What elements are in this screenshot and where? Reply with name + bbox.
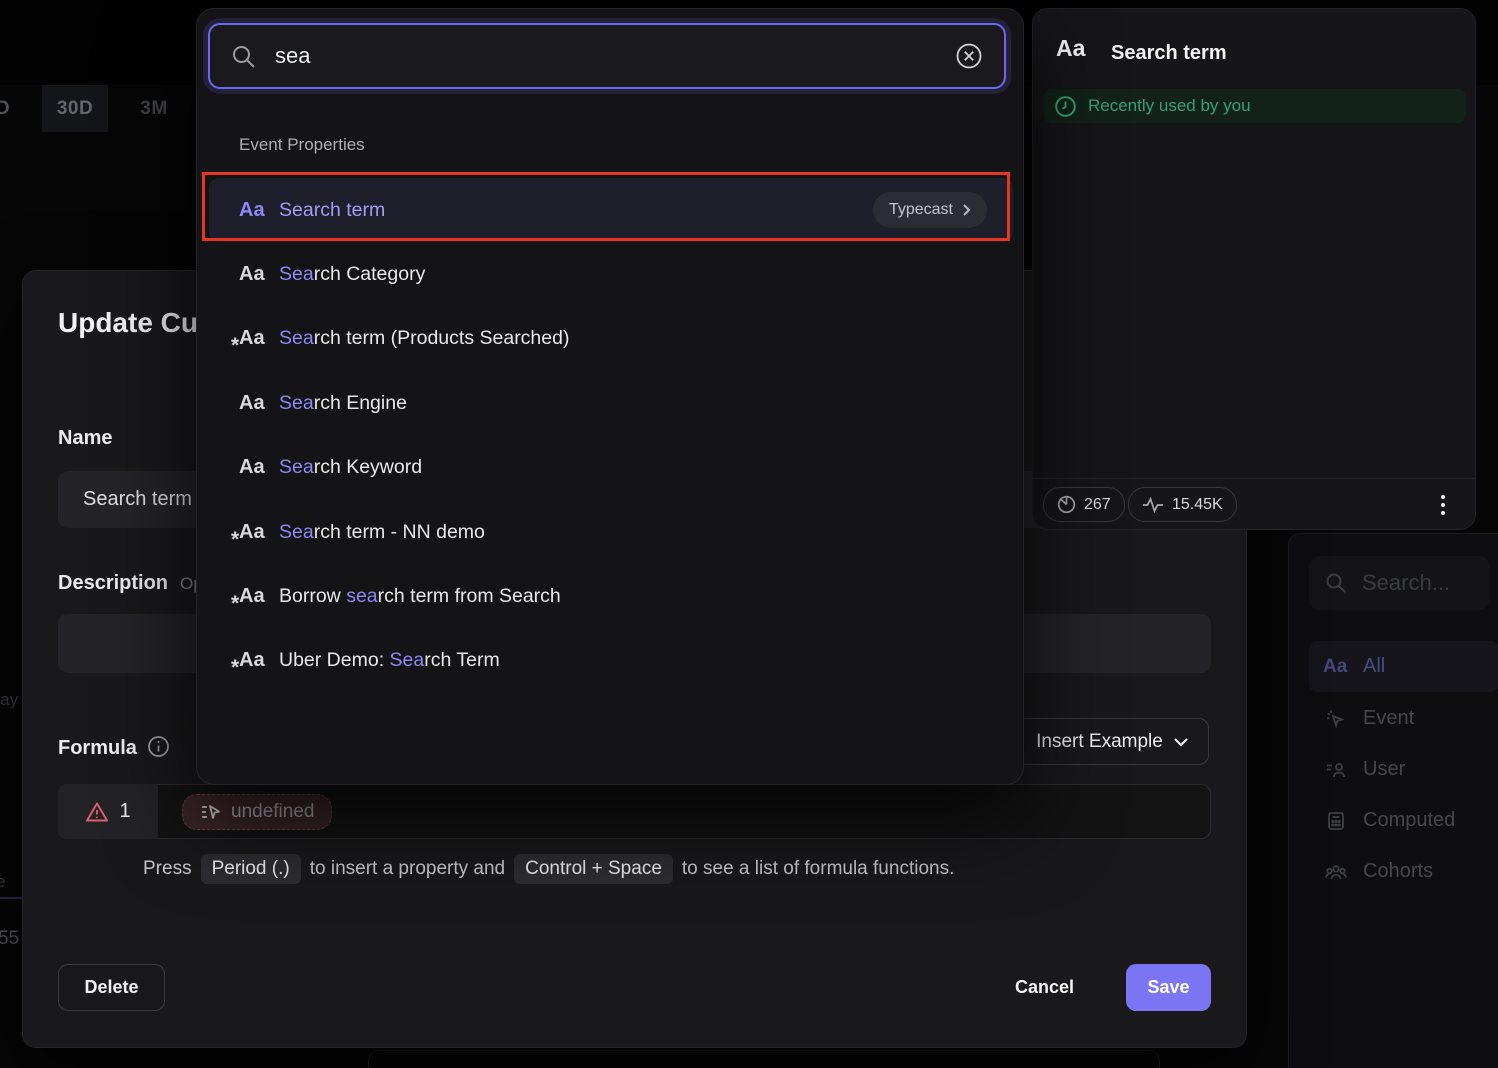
more-options-kebab-button[interactable] <box>1428 489 1458 521</box>
warning-icon <box>85 801 109 823</box>
custom-property-star: * <box>231 334 239 358</box>
recently-used-badge: Recently used by you <box>1044 89 1466 123</box>
sidebar-search-field[interactable] <box>1309 556 1489 610</box>
activity-pulse-icon <box>1142 497 1164 513</box>
typecast-label: Typecast <box>889 201 953 219</box>
time-range-tab-30d[interactable]: 30D <box>42 85 108 132</box>
property-search-input[interactable] <box>275 43 936 69</box>
delete-button[interactable]: Delete <box>58 964 165 1011</box>
aa-type-icon: Aa <box>1056 35 1085 62</box>
list-item-borrow-search-term[interactable]: Aa* Borrow search term from Search <box>209 564 1013 628</box>
error-count: 1 <box>119 800 130 823</box>
save-button[interactable]: Save <box>1126 964 1211 1011</box>
insert-example-button[interactable]: Insert Example <box>1016 718 1209 765</box>
insert-example-label: Insert Example <box>1036 731 1163 753</box>
background-panel-outline <box>368 1050 1160 1068</box>
info-icon[interactable] <box>147 735 170 764</box>
time-range-tab-7d[interactable]: D <box>0 85 22 132</box>
custom-property-star: * <box>231 656 239 680</box>
property-detail-title: Search term <box>1111 42 1227 65</box>
list-item-search-term-nn-demo[interactable]: Aa* Search term - NN demo <box>209 500 1013 564</box>
sidebar-item-event[interactable]: Event <box>1309 693 1498 744</box>
help-text: to see a list of formula functions. <box>682 858 954 880</box>
cohorts-group-icon <box>1323 861 1349 883</box>
modal-title: Update Cu <box>58 307 198 339</box>
sidebar-item-user[interactable]: User <box>1309 744 1498 795</box>
sidebar-item-label: User <box>1363 758 1405 781</box>
search-icon <box>230 43 257 70</box>
formula-label-text: Formula <box>58 737 137 759</box>
cancel-button[interactable]: Cancel <box>992 964 1097 1011</box>
property-result-list: Aa Search term Typecast Aa Search Catego… <box>209 178 1013 693</box>
calculator-icon <box>1323 810 1349 832</box>
aa-type-icon: Aa <box>239 392 279 415</box>
close-icon <box>954 41 984 71</box>
kbd-control-space: Control + Space <box>514 854 673 884</box>
description-label-text: Description <box>58 572 168 594</box>
cardinality-value: 267 <box>1084 496 1111 514</box>
sidebar-item-label: Cohorts <box>1363 860 1433 883</box>
event-cursor-icon <box>1323 708 1349 730</box>
clear-search-button[interactable] <box>954 41 984 71</box>
aa-type-icon: Aa <box>1323 656 1349 678</box>
typecast-button[interactable]: Typecast <box>873 192 987 228</box>
aa-type-icon: Aa <box>239 456 279 479</box>
cardinality-stat-pill[interactable]: 267 <box>1043 487 1125 522</box>
aa-custom-type-icon: Aa* <box>239 521 279 544</box>
search-icon <box>1323 571 1349 595</box>
time-range-tab-3m[interactable]: 3M <box>128 85 180 132</box>
chart-axis-label-55: 55 <box>0 928 19 950</box>
sidebar-search-input[interactable] <box>1362 570 1472 596</box>
chevron-right-icon <box>962 203 971 217</box>
aa-custom-type-icon: Aa* <box>239 327 279 350</box>
sidebar-item-computed[interactable]: Computed <box>1309 795 1498 846</box>
recently-used-label: Recently used by you <box>1088 96 1251 116</box>
formula-input[interactable]: undefined <box>158 784 1211 839</box>
list-item-uber-demo-search-term[interactable]: Aa* Uber Demo: Search Term <box>209 629 1013 693</box>
custom-property-star: * <box>231 528 239 552</box>
property-detail-panel: Aa Search term Recently used by you 267 … <box>1032 8 1476 530</box>
help-text: to insert a property and <box>310 858 505 880</box>
sidebar-item-label: Computed <box>1363 809 1455 832</box>
undefined-property-chip[interactable]: undefined <box>182 794 332 830</box>
pie-chart-icon <box>1057 495 1076 514</box>
list-item-search-category[interactable]: Aa Search Category <box>209 242 1013 306</box>
list-item-search-engine[interactable]: Aa Search Engine <box>209 371 1013 435</box>
volume-stat-pill[interactable]: 15.45K <box>1128 487 1237 522</box>
formula-label: Formula <box>58 735 170 764</box>
sidebar-item-cohorts[interactable]: Cohorts <box>1309 846 1498 897</box>
undefined-chip-label: undefined <box>231 801 314 823</box>
sidebar-item-label: All <box>1363 655 1385 678</box>
property-search-dropdown: Event Properties Aa Search term Typecast… <box>196 8 1024 785</box>
section-header-event-properties: Event Properties <box>239 135 365 155</box>
formula-help-text: Press Period (.) to insert a property an… <box>143 854 1143 884</box>
aa-type-icon: Aa <box>239 263 279 286</box>
property-search-field[interactable] <box>208 23 1006 89</box>
kbd-period: Period (.) <box>201 854 301 884</box>
aa-type-icon: Aa <box>239 199 279 222</box>
volume-value: 15.45K <box>1172 496 1223 514</box>
chevron-down-icon <box>1173 737 1189 747</box>
sidebar-item-all[interactable]: Aa All <box>1309 641 1498 692</box>
event-property-icon <box>200 803 222 821</box>
name-label: Name <box>58 427 112 450</box>
chart-axis-label-e: e <box>0 872 5 892</box>
list-item-search-keyword[interactable]: Aa Search Keyword <box>209 436 1013 500</box>
app-root: D 30D 3M May e 55 Aa All Event User <box>0 0 1498 1068</box>
panel-divider <box>1033 478 1475 479</box>
user-icon <box>1323 759 1349 781</box>
property-filter-sidebar: Aa All Event User Computed Cohorts <box>1288 533 1498 1068</box>
aa-custom-type-icon: Aa* <box>239 649 279 672</box>
sidebar-item-label: Event <box>1363 707 1414 730</box>
formula-editor-row: 1 undefined <box>58 784 1211 839</box>
aa-custom-type-icon: Aa* <box>239 585 279 608</box>
help-text: Press <box>143 858 192 880</box>
chart-axis-label-may: May <box>0 690 18 710</box>
custom-property-star: * <box>231 592 239 616</box>
clock-icon <box>1054 95 1077 118</box>
formula-error-counter: 1 <box>58 784 158 839</box>
list-item-search-term-products-searched[interactable]: Aa* Search term (Products Searched) <box>209 307 1013 371</box>
list-item-search-term[interactable]: Aa Search term Typecast <box>209 178 1013 242</box>
